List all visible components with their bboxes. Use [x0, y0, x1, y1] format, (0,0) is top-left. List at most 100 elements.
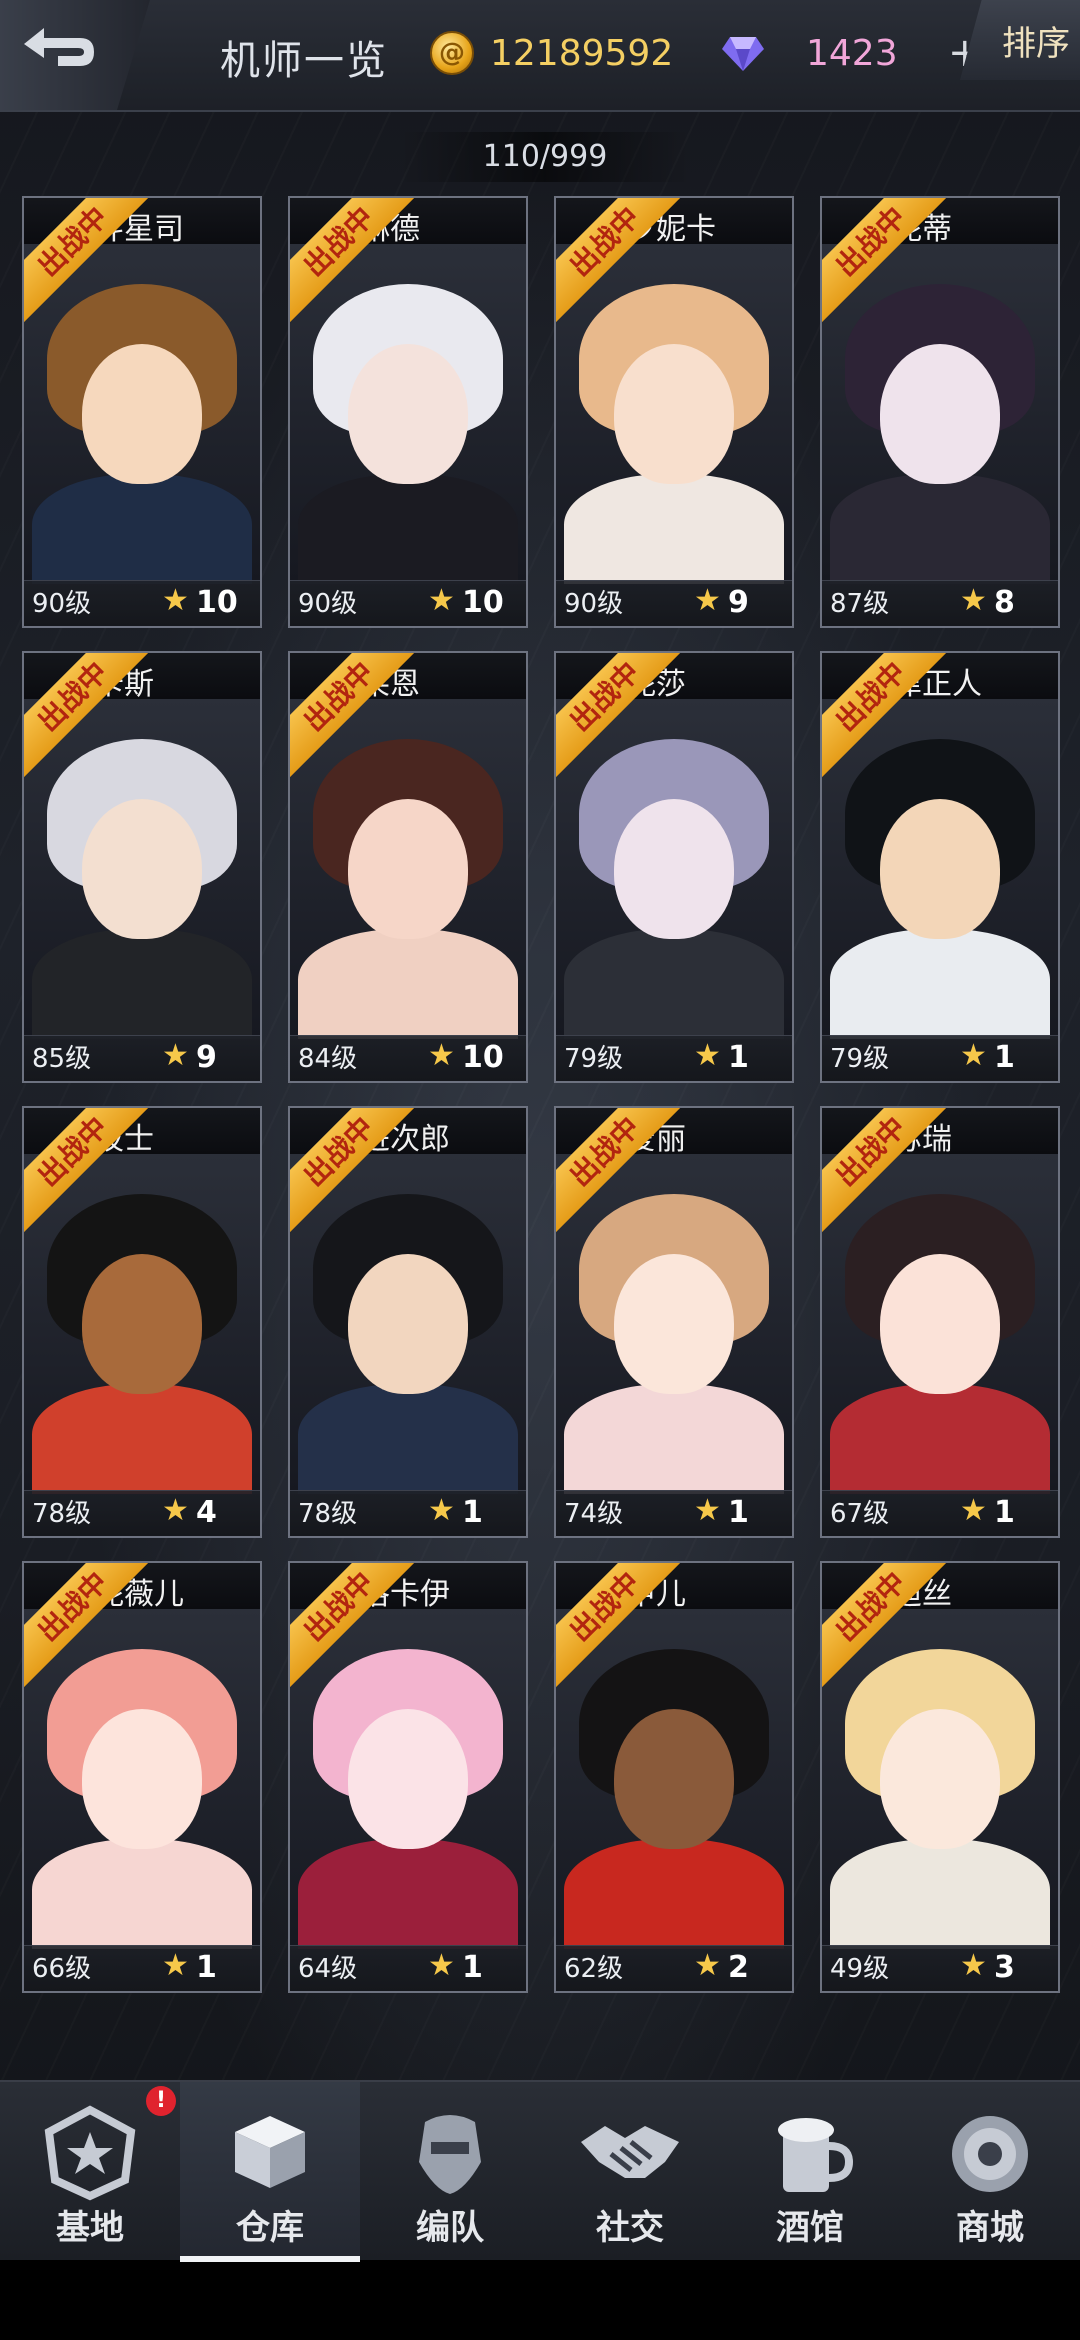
portrait-face [82, 1254, 202, 1394]
gold-coin-icon: @ [430, 31, 474, 75]
star-icon: ★ [694, 1493, 721, 1528]
gold-counter: @ 12189592 [430, 28, 673, 78]
pilot-card[interactable]: 迪丝 出战中 49级 ★ 3 [820, 1561, 1060, 1993]
gold-value: 12189592 [490, 32, 674, 74]
pilot-card[interactable]: 爱丽 出战中 74级 ★ 1 [554, 1106, 794, 1538]
nav-label-shop: 商城 [956, 2208, 1024, 2248]
pilot-card[interactable]: 卡斯 出战中 85级 ★ 9 [22, 651, 262, 1083]
pilot-card[interactable]: 苏瑞 出战中 67级 ★ 1 [820, 1106, 1060, 1538]
portrait-face [82, 799, 202, 939]
portrait-face [614, 1709, 734, 1849]
star-icon: ★ [694, 1948, 721, 1983]
portrait-face [348, 1254, 468, 1394]
info-bar: 74级 ★ 1 [556, 1490, 792, 1536]
info-bar: 79级 ★ 1 [822, 1035, 1058, 1081]
nav-base[interactable]: ! 基地 [0, 2082, 180, 2262]
portrait-face [880, 799, 1000, 939]
pilot-level: 49级 [830, 1954, 890, 1984]
pilot-card[interactable]: 琳德 出战中 90级 ★ 10 [288, 196, 528, 628]
star-icon: ★ [162, 1493, 189, 1528]
portrait-face [880, 1254, 1000, 1394]
pilot-stars: 1 [728, 1495, 749, 1530]
info-bar: 62级 ★ 2 [556, 1945, 792, 1991]
portrait-body [298, 929, 518, 1039]
pilot-level: 74级 [564, 1499, 624, 1529]
pilot-card[interactable]: 妮莎 出战中 79级 ★ 1 [554, 651, 794, 1083]
portrait-body [830, 929, 1050, 1039]
portrait-body [564, 1839, 784, 1949]
pilot-stars: 8 [994, 585, 1015, 620]
warehouse-icon [235, 2116, 305, 2188]
gem-counter: 1423 + [720, 28, 982, 78]
info-bar: 87级 ★ 8 [822, 580, 1058, 626]
back-button[interactable] [0, 0, 150, 110]
nav-shop[interactable]: 商城 [900, 2082, 1080, 2262]
portrait-face [614, 1254, 734, 1394]
pilot-stars: 10 [196, 585, 238, 620]
portrait-body [830, 1839, 1050, 1949]
portrait-face [82, 344, 202, 484]
pilot-stars: 2 [728, 1950, 749, 1985]
info-bar: 84级 ★ 10 [290, 1035, 526, 1081]
pilot-card[interactable]: 津正人 出战中 79级 ★ 1 [820, 651, 1060, 1083]
portrait-body [830, 474, 1050, 584]
star-icon: ★ [428, 1493, 455, 1528]
pilot-portrait [290, 1609, 526, 1949]
pilot-portrait [290, 699, 526, 1039]
nav-label-social: 社交 [596, 2208, 664, 2248]
pilot-card[interactable]: 甲儿 出战中 62级 ★ 2 [554, 1561, 794, 1993]
info-bar: 90级 ★ 10 [24, 580, 260, 626]
pilot-level: 79级 [830, 1044, 890, 1074]
pilot-portrait [556, 1609, 792, 1949]
star-icon: ★ [694, 583, 721, 618]
star-icon: ★ [694, 1038, 721, 1073]
star-icon: ★ [960, 1948, 987, 1983]
pilot-level: 67级 [830, 1499, 890, 1529]
info-bar: 66级 ★ 1 [24, 1945, 260, 1991]
pilot-portrait [24, 1609, 260, 1949]
pilot-card[interactable]: 波士 出战中 78级 ★ 4 [22, 1106, 262, 1538]
pilot-level: 78级 [32, 1499, 92, 1529]
nav-tavern[interactable]: 酒馆 [720, 2082, 900, 2262]
portrait-face [82, 1709, 202, 1849]
page-title: 机师一览 [220, 38, 388, 84]
portrait-face [614, 344, 734, 484]
pilot-portrait [822, 699, 1058, 1039]
info-bar: 85级 ★ 9 [24, 1035, 260, 1081]
nav-warehouse[interactable]: 仓库 [180, 2082, 360, 2262]
info-bar: 67级 ★ 1 [822, 1490, 1058, 1536]
star-icon: ★ [428, 1038, 455, 1073]
portrait-face [348, 799, 468, 939]
bottom-nav: ! 基地 仓库 编队 社交 酒馆 商城 [0, 2080, 1080, 2262]
portrait-body [298, 474, 518, 584]
info-bar: 78级 ★ 4 [24, 1490, 260, 1536]
pilot-level: 90级 [298, 589, 358, 619]
pilot-card[interactable]: 妮薇儿 出战中 66级 ★ 1 [22, 1561, 262, 1993]
nav-social[interactable]: 社交 [540, 2082, 720, 2262]
portrait-face [348, 1709, 468, 1849]
pilot-card[interactable]: 斗星司 出战中 90级 ★ 10 [22, 196, 262, 628]
nav-formation[interactable]: 编队 [360, 2082, 540, 2262]
roster-count: 110/999 [400, 132, 690, 182]
pilot-card[interactable]: 洛卡伊 出战中 64级 ★ 1 [288, 1561, 528, 1993]
pilot-card[interactable]: 罗妮卡 出战中 90级 ★ 9 [554, 196, 794, 628]
diamond-icon [722, 37, 764, 71]
pilot-card[interactable]: 妮蒂 出战中 87级 ★ 8 [820, 196, 1060, 628]
base-icon [44, 2105, 136, 2201]
pilot-level: 85级 [32, 1044, 92, 1074]
pilot-level: 78级 [298, 1499, 358, 1529]
pilot-level: 84级 [298, 1044, 358, 1074]
info-bar: 79级 ★ 1 [556, 1035, 792, 1081]
portrait-body [564, 1384, 784, 1494]
pilot-level: 79级 [564, 1044, 624, 1074]
pilot-card[interactable]: 进次郎 出战中 78级 ★ 1 [288, 1106, 528, 1538]
pilot-portrait [24, 699, 260, 1039]
sort-button[interactable]: 排序 [960, 0, 1080, 80]
pilot-portrait [556, 244, 792, 584]
info-bar: 90级 ★ 9 [556, 580, 792, 626]
info-bar: 49级 ★ 3 [822, 1945, 1058, 1991]
portrait-body [32, 474, 252, 584]
pilot-stars: 1 [462, 1950, 483, 1985]
pilot-card[interactable]: 莱恩 出战中 84级 ★ 10 [288, 651, 528, 1083]
star-icon: ★ [960, 1038, 987, 1073]
